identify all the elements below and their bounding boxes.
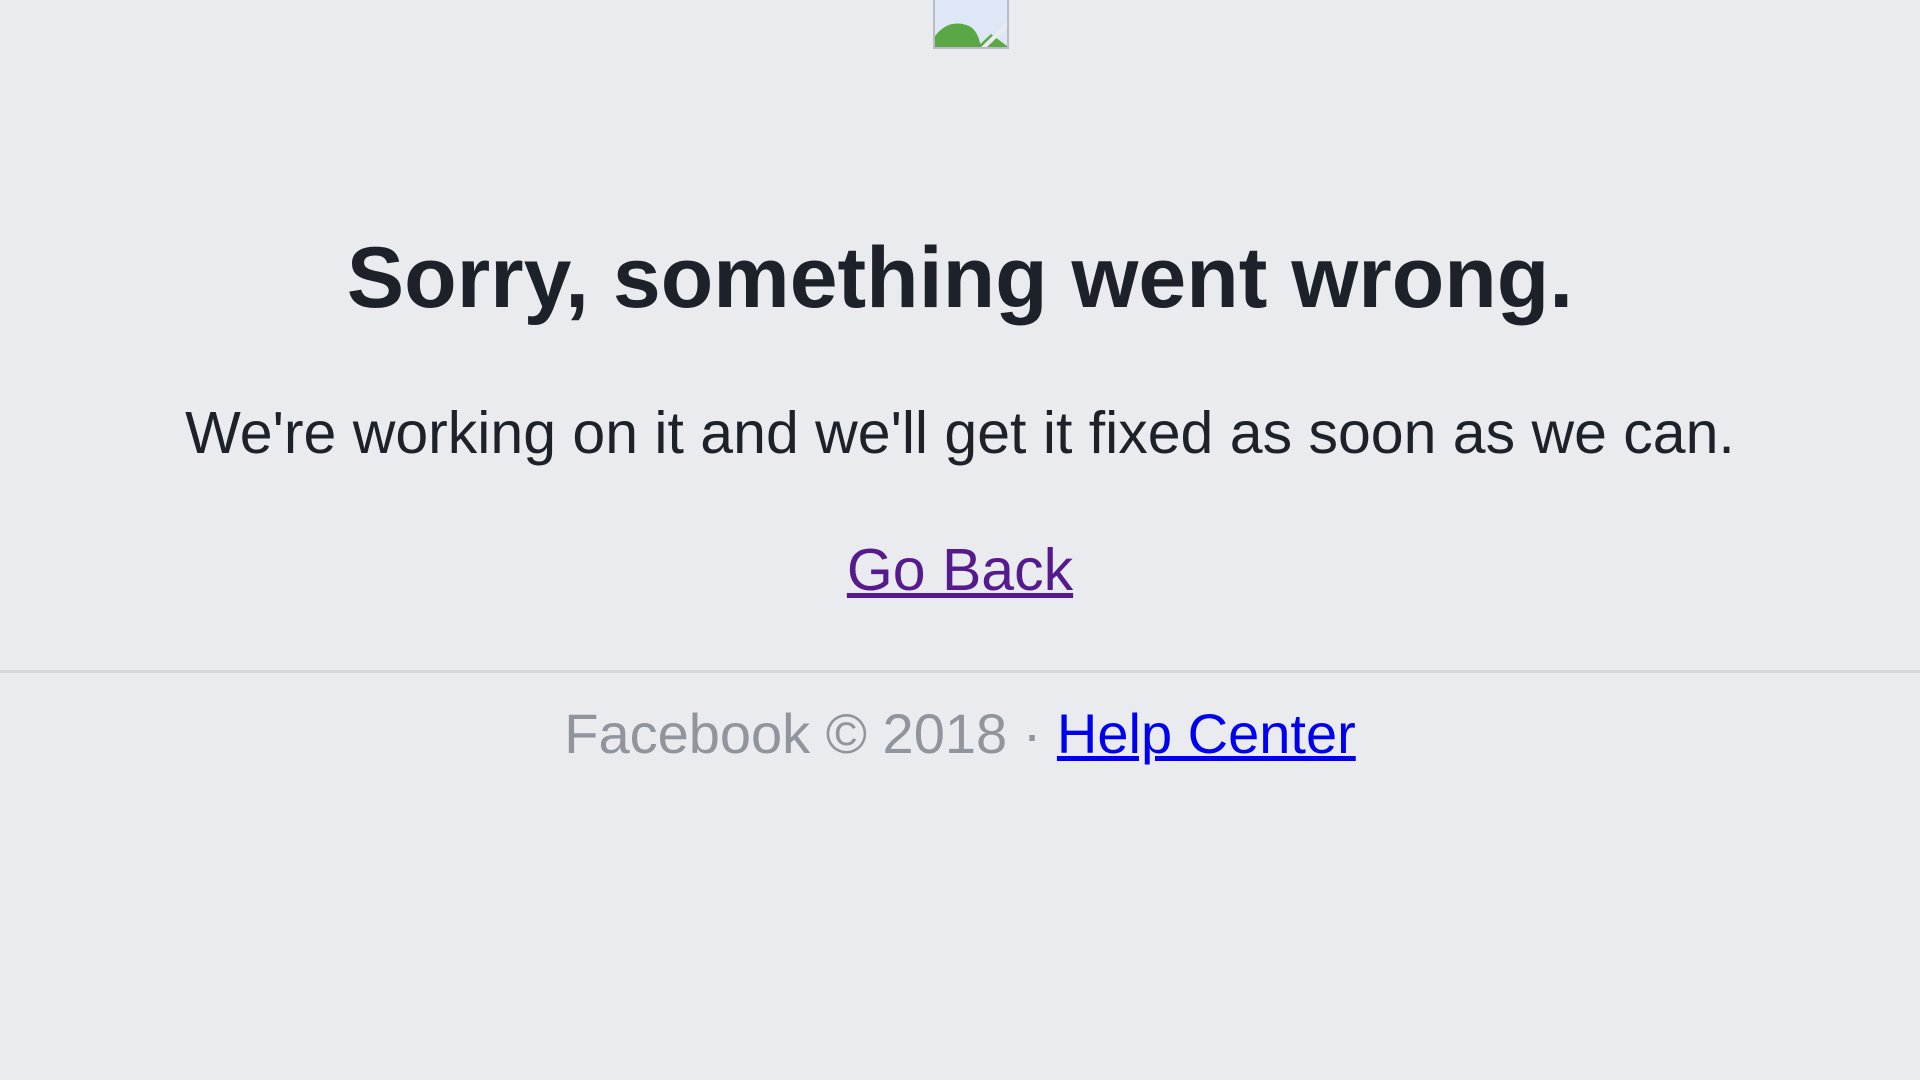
broken-image-icon bbox=[933, 0, 1009, 49]
broken-image-graphic bbox=[935, 0, 1007, 47]
footer-separator: · bbox=[1022, 702, 1042, 765]
footer: Facebook © 2018 · Help Center bbox=[0, 699, 1920, 769]
help-center-link[interactable]: Help Center bbox=[1057, 702, 1356, 765]
copyright-text: Facebook © 2018 bbox=[564, 702, 1008, 765]
page-title: Sorry, something went wrong. bbox=[346, 230, 1574, 326]
error-page: Sorry, something went wrong. We're worki… bbox=[0, 0, 1920, 1080]
go-back-container: Go Back bbox=[0, 535, 1920, 605]
footer-divider bbox=[0, 670, 1920, 673]
error-message: We're working on it and we'll get it fix… bbox=[185, 400, 1735, 466]
go-back-link[interactable]: Go Back bbox=[847, 537, 1073, 603]
